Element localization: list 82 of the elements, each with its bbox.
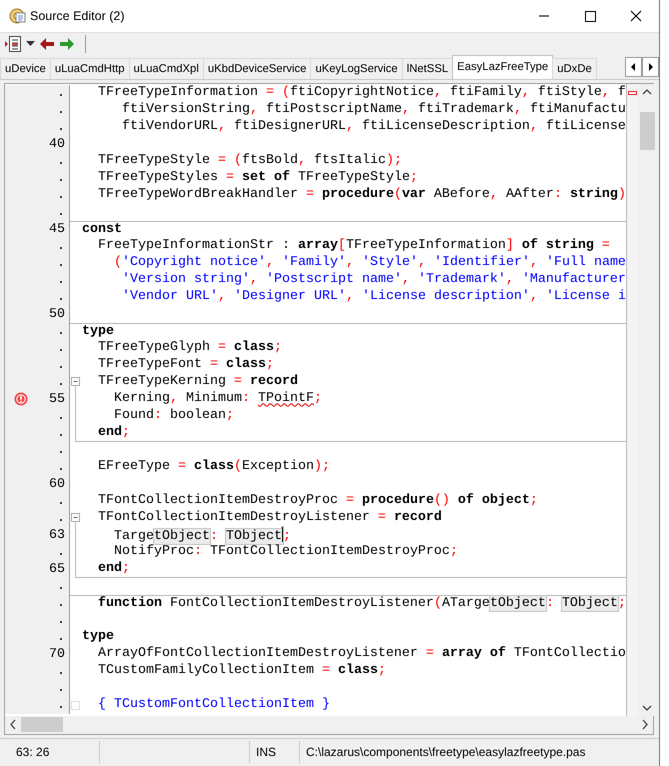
code-line: TFreeTypeStyles = set of TFreeTypeStyle; [96, 170, 418, 185]
line-number: . [56, 154, 65, 169]
code-line: function FontCollectionItemDestroyListener(ATargetObject: TObject; [96, 596, 626, 611]
code-line: ('Copyright notice', 'Family', 'Style', 'Identifier', 'Full name [112, 254, 626, 270]
code-line: TCustomFamilyCollectionItem = class; [96, 662, 386, 678]
code-line: end; [96, 424, 130, 440]
line-number: . [56, 680, 65, 696]
line-number: . [56, 102, 65, 118]
line-number: . [56, 170, 65, 186]
line-number: . [56, 596, 65, 611]
line-number: . [56, 426, 65, 441]
code-line: 'Version string', 'Postscript name', 'Trademark', 'Manufacturer [120, 272, 626, 287]
line-number: . [56, 256, 65, 271]
code-line: type [82, 628, 114, 644]
code-line: TFreeTypeStyle = (ftsBold, ftsItalic); [96, 152, 402, 168]
line-number: 70 [48, 646, 65, 662]
code-line: NotifyProc: TFontCollectionItemDestroyProc; [112, 544, 458, 559]
editor-tab[interactable]: uDevice [0, 58, 51, 79]
code-line: TargetObject: TObject; [112, 528, 291, 544]
code-line: TFontCollectionItemDestroyListener = record [96, 510, 442, 525]
line-number: . [56, 494, 65, 509]
editor-tab[interactable]: EasyLazFreeType [452, 54, 554, 79]
line-number: . [56, 698, 65, 713]
code-line: type [82, 324, 114, 339]
line-number: . [56, 188, 65, 203]
line-number: . [56, 238, 65, 254]
cursor-position: 63: 26 [0, 741, 100, 764]
line-number: 60 [48, 476, 65, 492]
line-number: . [56, 664, 65, 679]
line-number: . [56, 510, 65, 526]
line-number: . [56, 290, 65, 305]
code-line: ArrayOfFontCollectionItemDestroyListener = array of TFontCollectio [96, 646, 626, 661]
code-line: ftiVersionString, ftiPostscriptName, ftiTrademark, ftiManufactu [120, 102, 626, 117]
editor-tab[interactable]: uDxDe [552, 58, 597, 79]
code-line: { TCustomFontCollectionItem } [96, 696, 330, 712]
code-line: TFreeTypeGlyph = class; [96, 340, 282, 355]
line-number: . [56, 442, 65, 458]
scrollbar-thumb[interactable] [640, 112, 654, 150]
window-title: Source Editor (2) [30, 9, 126, 23]
line-number: 45 [48, 222, 65, 237]
code-line: Found: boolean; [112, 408, 234, 423]
caret-icon[interactable] [26, 41, 35, 48]
scroll-right-icon[interactable] [642, 56, 659, 77]
line-number: 65 [48, 562, 65, 577]
code-line: FreeTypeInformationStr : array[TFreeTypeInformation] of string = [96, 238, 610, 253]
code-line: 'Vendor URL', 'Designer URL', 'License description', 'License i [120, 288, 626, 304]
forward-arrow-icon[interactable] [59, 37, 75, 52]
line-number: . [56, 408, 65, 424]
scroll-left-icon[interactable] [625, 56, 642, 77]
code-line: const [82, 222, 122, 237]
code-line: TFreeTypeFont = class; [96, 356, 274, 372]
code-line: EFreeType = class(Exception); [96, 458, 330, 474]
insert-mode: INS [250, 741, 300, 764]
scrollbar-thumb[interactable] [21, 717, 63, 732]
line-number: . [56, 544, 65, 560]
line-number: . [56, 272, 65, 288]
line-number: . [56, 358, 65, 373]
code-line: end; [96, 560, 130, 576]
line-number: . [56, 204, 65, 220]
line-number: . [56, 120, 65, 135]
code-line: Kerning, Minimum: TPointF; [112, 390, 322, 406]
list-icon[interactable] [4, 34, 22, 54]
code-line: TFreeTypeInformation = (ftiCopyrightNotice, ftiFamily, ftiStyle, f [96, 84, 626, 100]
back-arrow-icon[interactable] [39, 37, 55, 52]
line-number: 55 [48, 392, 65, 407]
line-number: . [56, 374, 65, 390]
code-line: TFreeTypeKerning = record [96, 374, 298, 389]
code-line: ftiVendorURL, ftiDesignerURL, ftiLicenseDescription, ftiLicense [120, 118, 626, 134]
file-path: C:\lazarus\components\freetype\easylazfreetype.pas [305, 744, 586, 762]
line-number: 40 [48, 136, 65, 152]
line-number: . [56, 612, 65, 628]
line-number: . [56, 630, 65, 645]
line-number: . [56, 86, 65, 101]
line-number: . [56, 340, 65, 356]
line-number: 50 [48, 306, 65, 322]
app-icon [8, 7, 26, 25]
line-number: . [56, 578, 65, 594]
code-line: TFreeTypeWordBreakHandler = procedure(var ABefore, AAfter: string) [96, 186, 626, 202]
line-number: 63 [48, 528, 65, 543]
line-number: . [56, 324, 65, 339]
line-number: . [56, 460, 65, 475]
code-line: TFontCollectionItemDestroyProc = procedure() of object; [96, 492, 538, 508]
